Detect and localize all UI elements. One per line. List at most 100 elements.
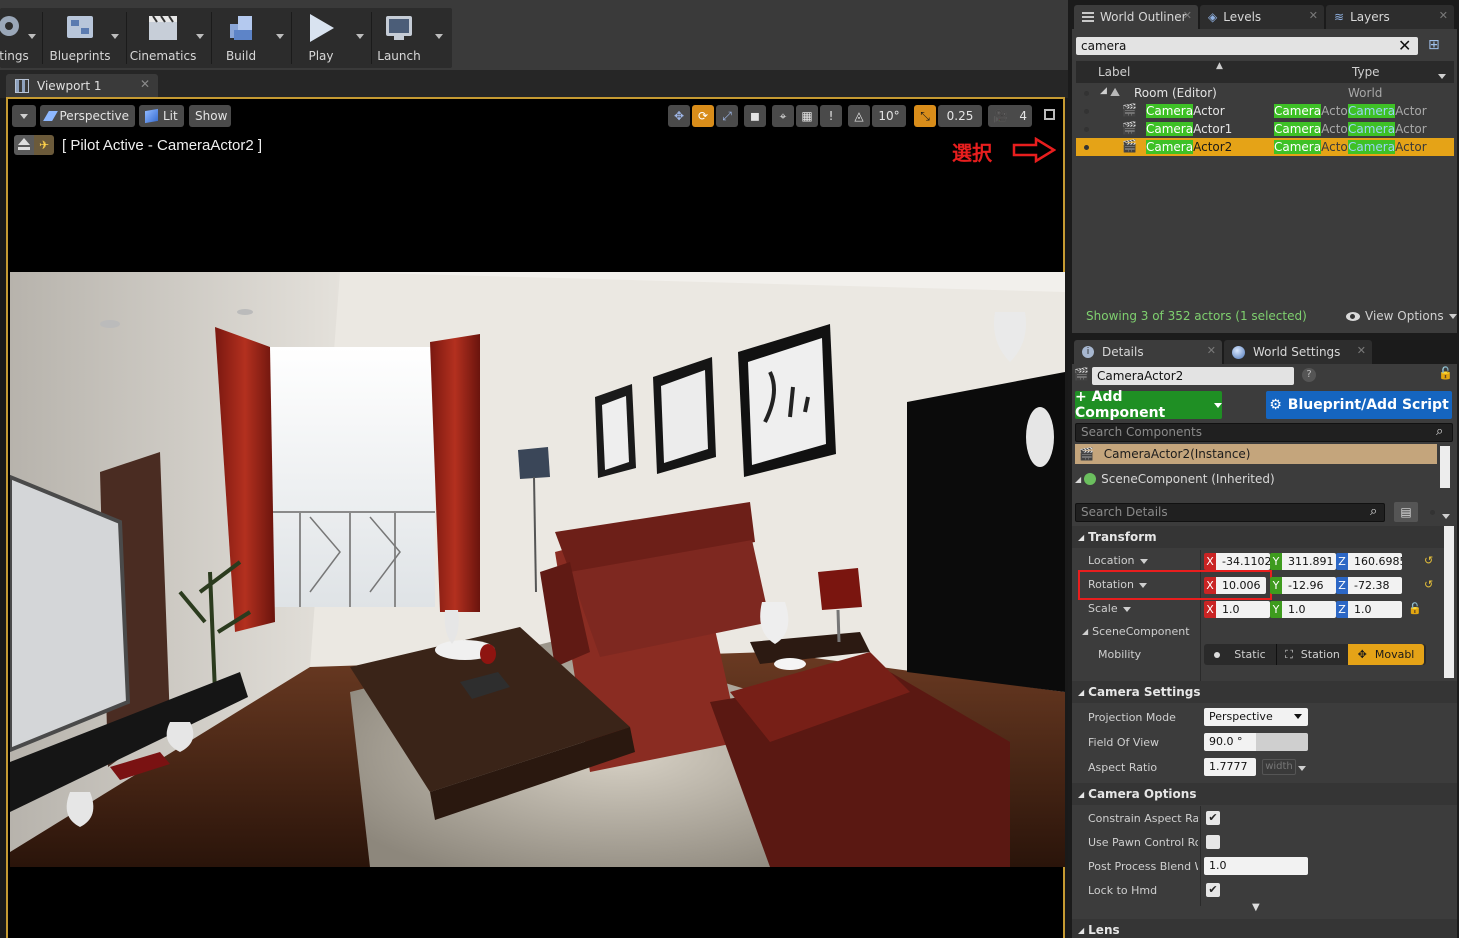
close-icon[interactable]: ✕ [140, 77, 150, 91]
lock-to-hmd-checkbox[interactable]: ✔ [1206, 883, 1220, 897]
help-icon[interactable]: ? [1302, 368, 1316, 382]
close-icon[interactable]: ✕ [1439, 9, 1448, 22]
post-process-blend-field[interactable]: 1.0 [1204, 857, 1308, 875]
chevron-down-icon[interactable] [1442, 514, 1450, 519]
expand-arrow-icon[interactable]: ◢ [1100, 86, 1107, 96]
outliner-search-input[interactable]: camera [1076, 37, 1418, 55]
add-component-button[interactable]: + Add Component [1075, 389, 1222, 421]
aspect-ratio-preset-dropdown[interactable]: width [1262, 759, 1296, 775]
rotation-z-field[interactable]: -72.38 [1348, 577, 1402, 594]
list-item[interactable]: 🎬 CameraActor CameraActor CameraActor [1076, 102, 1454, 120]
scene-component-subsection[interactable]: ◢ SceneComponent [1082, 625, 1190, 638]
use-pawn-control-checkbox[interactable] [1206, 835, 1220, 849]
field-of-view-field[interactable]: 90.0 ° [1204, 733, 1308, 751]
blueprints-dropdown-arrow[interactable] [111, 34, 119, 39]
view-options-button[interactable]: View Options [1346, 309, 1457, 323]
list-item[interactable]: ◢ ⛰ Room (Editor) World [1076, 84, 1454, 102]
lock-icon[interactable]: 🔓 [1408, 602, 1422, 615]
chevron-down-icon[interactable] [1298, 766, 1306, 771]
location-label[interactable]: Location [1088, 554, 1148, 567]
perspective-button[interactable]: Perspective [40, 105, 135, 127]
grid-size-button[interactable]: ! [820, 105, 842, 127]
build-dropdown-arrow[interactable] [276, 34, 284, 39]
mobility-static-option[interactable]: Static [1204, 644, 1276, 665]
level-viewport[interactable]: Perspective Lit Show ✥ ⟳ ⤢ ◼ ⌖ ▦ ! ◬ 10°… [6, 97, 1065, 938]
column-label[interactable]: Label [1098, 65, 1130, 79]
list-item[interactable]: 🎬 CameraActor1 CameraActor CameraActor [1076, 120, 1454, 138]
rotation-x-field[interactable]: 10.006 [1216, 577, 1266, 594]
close-icon[interactable]: ✕ [1183, 9, 1192, 22]
play-button[interactable]: Play [296, 8, 346, 68]
settings-dropdown-arrow[interactable] [28, 34, 36, 39]
location-x-field[interactable]: -34.1102 [1216, 553, 1270, 570]
rotation-label[interactable]: Rotation [1088, 578, 1148, 591]
aspect-ratio-field[interactable]: 1.7777 [1204, 758, 1256, 776]
surface-snap-button[interactable]: ⌖ [772, 105, 794, 127]
column-type[interactable]: Type [1352, 65, 1380, 79]
close-icon[interactable]: ✕ [1357, 344, 1366, 357]
camera-settings-header[interactable]: ◢ Camera Settings [1072, 681, 1457, 703]
reset-location-icon[interactable]: ↺ [1424, 554, 1433, 567]
lens-section-header[interactable]: ◢ Lens [1072, 919, 1457, 938]
clear-search-icon[interactable]: ✕ [1398, 37, 1411, 55]
property-matrix-icon[interactable]: ▤ [1394, 502, 1418, 522]
mobility-movable-option[interactable]: ✥ Movabl [1348, 644, 1424, 665]
scale-label[interactable]: Scale [1088, 602, 1131, 615]
tab-world-outliner[interactable]: World Outliner ✕ [1074, 5, 1198, 29]
rotate-tool-button[interactable]: ⟳ [692, 105, 714, 127]
maximize-viewport-icon[interactable] [1044, 109, 1055, 120]
lock-icon[interactable]: 🔓 [1438, 366, 1453, 380]
scale-y-field[interactable]: 1.0 [1282, 601, 1336, 618]
details-scrollbar[interactable] [1444, 526, 1454, 678]
scale-z-field[interactable]: 1.0 [1348, 601, 1402, 618]
launch-button[interactable]: Launch [374, 8, 424, 68]
tab-details[interactable]: i Details ✕ [1074, 340, 1222, 364]
show-button[interactable]: Show [189, 105, 231, 127]
angle-snap-value[interactable]: 10° [872, 105, 906, 127]
play-dropdown-arrow[interactable] [356, 34, 364, 39]
angle-snap-button[interactable]: ◬ [848, 105, 870, 127]
world-local-button[interactable]: ◼ [744, 105, 766, 127]
camera-speed-button[interactable]: 🎥 4 [988, 105, 1032, 127]
build-button[interactable]: Build [216, 8, 266, 68]
cinematics-dropdown-arrow[interactable] [196, 34, 204, 39]
lit-button[interactable]: Lit [139, 105, 184, 127]
camera-options-header[interactable]: ◢ Camera Options [1072, 783, 1457, 805]
blueprints-button[interactable]: Blueprints [48, 8, 112, 68]
viewport-options-button[interactable] [12, 105, 36, 127]
constrain-aspect-checkbox[interactable]: ✔ [1206, 811, 1220, 825]
tab-layers[interactable]: ≋ Layers ✕ [1326, 5, 1454, 29]
location-z-field[interactable]: 160.6985 [1348, 553, 1402, 570]
blueprint-add-script-button[interactable]: ⚙ Blueprint/Add Script [1266, 391, 1452, 419]
grid-snap-button[interactable]: ▦ [796, 105, 818, 127]
location-y-field[interactable]: 311.891 [1282, 553, 1336, 570]
mobility-stationary-option[interactable]: ⛶ Station [1276, 644, 1348, 665]
tab-world-settings[interactable]: World Settings ✕ [1224, 340, 1372, 364]
scale-snap-button[interactable]: ⤡ [914, 105, 936, 127]
cinematics-button[interactable]: Cinematics [130, 8, 196, 68]
scale-x-field[interactable]: 1.0 [1216, 601, 1270, 618]
translate-tool-button[interactable]: ✥ [668, 105, 690, 127]
close-icon[interactable]: ✕ [1207, 344, 1216, 357]
projection-mode-dropdown[interactable]: Perspective [1204, 708, 1308, 726]
tab-viewport-1[interactable]: Viewport 1 ✕ [6, 74, 158, 98]
search-icon[interactable]: ⌕ [1370, 504, 1377, 519]
scale-snap-value[interactable]: 0.25 [938, 105, 982, 127]
component-instance-row[interactable]: 🎬 CameraActor2(Instance) [1075, 444, 1437, 464]
search-details-input[interactable]: Search Details [1075, 503, 1385, 522]
eject-pilot-button[interactable] [14, 135, 34, 155]
scale-tool-button[interactable]: ⤢ [716, 105, 738, 127]
tab-levels[interactable]: ◈ Levels ✕ [1200, 5, 1324, 29]
chevron-down-icon[interactable] [1438, 69, 1446, 83]
components-scrollbar[interactable] [1440, 446, 1450, 488]
close-icon[interactable]: ✕ [1309, 9, 1318, 22]
reset-rotation-icon[interactable]: ↺ [1424, 578, 1433, 591]
list-item-selected[interactable]: 🎬 CameraActor2 CameraActor CameraActor [1076, 138, 1454, 156]
rotation-y-field[interactable]: -12.96 [1282, 577, 1336, 594]
transform-section-header[interactable]: ◢ Transform [1072, 526, 1444, 548]
launch-dropdown-arrow[interactable] [435, 34, 443, 39]
search-components-input[interactable]: Search Components [1075, 423, 1453, 442]
actor-name-input[interactable]: CameraActor2 [1092, 367, 1294, 385]
add-folder-icon[interactable]: ⊞ [1428, 37, 1446, 55]
advanced-expand-icon[interactable]: ▼ [1252, 902, 1260, 913]
